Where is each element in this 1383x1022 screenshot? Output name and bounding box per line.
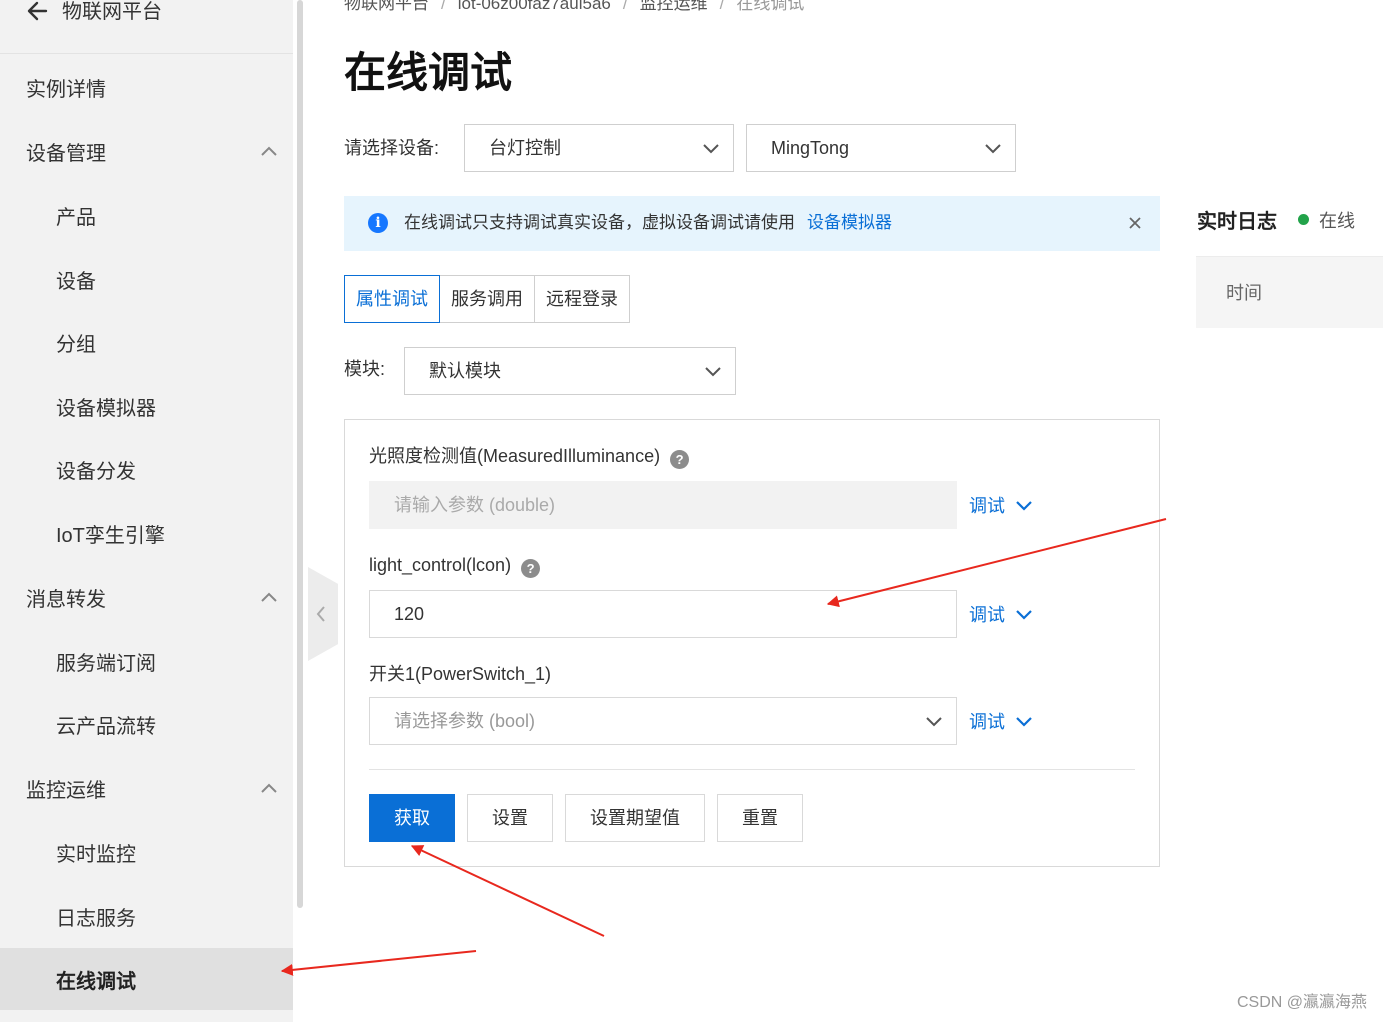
sidebar-item-message-forwarding[interactable]: 消息转发 [0, 570, 293, 630]
divider [369, 769, 1135, 770]
log-column-time: 时间 [1226, 283, 1262, 303]
property-label: light_control(lcon)? [369, 553, 541, 578]
set-expected-button[interactable]: 设置期望值 [565, 794, 705, 842]
tab-remote-login[interactable]: 远程登录 [535, 275, 630, 323]
chevron-left-icon [316, 606, 325, 622]
breadcrumb-separator: / [622, 0, 628, 13]
annotation-arrow [280, 950, 477, 976]
help-icon[interactable]: ? [670, 450, 690, 469]
chevron-up-icon[interactable] [259, 144, 279, 158]
watermark: CSDN @瀛瀛海燕 [1236, 994, 1367, 1011]
breadcrumb-item-instance[interactable]: iot-06z00faz7aul5a6 [458, 0, 611, 13]
sidebar-back-header[interactable]: 物联网平台 [0, 0, 293, 54]
sidebar-item-iot-twin-engine[interactable]: IoT孪生引擎 [0, 506, 293, 566]
sidebar-item-device-management[interactable]: 设备管理 [0, 124, 293, 184]
illuminance-input[interactable]: 请输入参数 (double) [369, 481, 957, 529]
power-switch-select[interactable]: 请选择参数 (bool) [369, 697, 957, 745]
debug-dropdown-button[interactable]: 调试 [969, 603, 1033, 627]
light-control-input[interactable]: 120 [369, 590, 957, 638]
debug-dropdown-button[interactable]: 调试 [969, 494, 1033, 518]
debug-tabs: 属性调试 服务调用 远程登录 [344, 275, 630, 323]
sidebar-item-device[interactable]: 设备 [0, 252, 293, 312]
breadcrumb-separator: / [441, 0, 446, 13]
sidebar-back-title: 物联网平台 [62, 1, 162, 23]
log-table-header: 时间 [1196, 256, 1383, 328]
device-simulator-link[interactable]: 设备模拟器 [807, 213, 892, 232]
debug-dropdown-button[interactable]: 调试 [969, 710, 1033, 734]
sidebar-item-device-simulator[interactable]: 设备模拟器 [0, 379, 293, 439]
chevron-up-icon[interactable] [259, 781, 279, 795]
sidebar: 物联网平台 实例详情 设备管理 产品 设备 分组 设备模拟器 设备分发 IoT孪… [0, 0, 293, 1022]
light-control-input-value: 120 [394, 604, 425, 624]
close-icon[interactable] [1128, 216, 1142, 230]
sidebar-item-monitoring-ops[interactable]: 监控运维 [0, 761, 293, 821]
reset-button[interactable]: 重置 [717, 794, 803, 842]
chevron-up-icon[interactable] [259, 590, 279, 604]
chevron-down-icon [1016, 717, 1032, 727]
chevron-down-icon [705, 367, 721, 377]
module-select-value: 默认模块 [429, 361, 501, 381]
sidebar-item-log-service[interactable]: 日志服务 [0, 889, 293, 949]
chevron-down-icon [985, 144, 1001, 154]
sidebar-item-group[interactable]: 分组 [0, 315, 293, 375]
sidebar-item-server-subscription[interactable]: 服务端订阅 [0, 634, 293, 694]
sidebar-item-online-debug[interactable]: 在线调试 [0, 948, 293, 1010]
breadcrumb-item-current: 在线调试 [736, 0, 805, 13]
sidebar-collapse-handle[interactable] [308, 567, 338, 661]
sidebar-item-realtime-monitoring[interactable]: 实时监控 [0, 825, 293, 885]
back-arrow-icon[interactable] [26, 0, 50, 24]
property-label: 开关1(PowerSwitch_1) [369, 664, 552, 684]
info-icon: i [368, 213, 388, 233]
online-status-dot [1298, 214, 1309, 225]
help-icon[interactable]: ? [521, 559, 541, 578]
breadcrumb: 物联网平台 / iot-06z00faz7aul5a6 / 监控运维 / 在线调试 [344, 0, 804, 14]
product-select-value: 台灯控制 [489, 138, 561, 158]
info-notice: i 在线调试只支持调试真实设备，虚拟设备调试请使用 设备模拟器 [344, 196, 1160, 251]
notice-text: 在线调试只支持调试真实设备，虚拟设备调试请使用 设备模拟器 [404, 213, 892, 232]
sidebar-item-product[interactable]: 产品 [0, 188, 293, 248]
device-select[interactable]: MingTong [746, 124, 1016, 172]
sidebar-scrollbar[interactable] [297, 0, 303, 908]
product-select[interactable]: 台灯控制 [464, 124, 734, 172]
sidebar-item-device-distribution[interactable]: 设备分发 [0, 442, 293, 502]
module-label: 模块: [344, 359, 386, 379]
chevron-down-icon [703, 144, 719, 154]
page-title: 在线调试 [344, 49, 513, 96]
get-button[interactable]: 获取 [369, 794, 455, 842]
power-switch-select-placeholder: 请选择参数 (bool) [394, 711, 536, 731]
module-select[interactable]: 默认模块 [404, 347, 736, 395]
breadcrumb-separator: / [719, 0, 725, 13]
online-status-text: 在线 [1319, 211, 1355, 231]
tab-service-call[interactable]: 服务调用 [440, 275, 535, 323]
chevron-down-icon [1016, 610, 1032, 620]
breadcrumb-item-monitoring[interactable]: 监控运维 [640, 0, 708, 13]
chevron-down-icon [1016, 501, 1032, 511]
set-button[interactable]: 设置 [467, 794, 553, 842]
chevron-down-icon [926, 717, 942, 727]
sidebar-item-cloud-product-flow[interactable]: 云产品流转 [0, 697, 293, 757]
property-panel: 光照度检测值(MeasuredIlluminance)? 请输入参数 (doub… [344, 419, 1160, 867]
property-label: 光照度检测值(MeasuredIlluminance)? [369, 444, 690, 469]
sidebar-item-instance-details[interactable]: 实例详情 [0, 60, 293, 120]
illuminance-input-placeholder: 请输入参数 (double) [394, 495, 556, 515]
tab-property-debug[interactable]: 属性调试 [344, 275, 440, 323]
log-panel-title: 实时日志 [1197, 211, 1277, 233]
breadcrumb-item-platform[interactable]: 物联网平台 [344, 0, 429, 13]
device-select-label: 请选择设备: [344, 138, 440, 158]
device-select-value: MingTong [771, 138, 850, 158]
